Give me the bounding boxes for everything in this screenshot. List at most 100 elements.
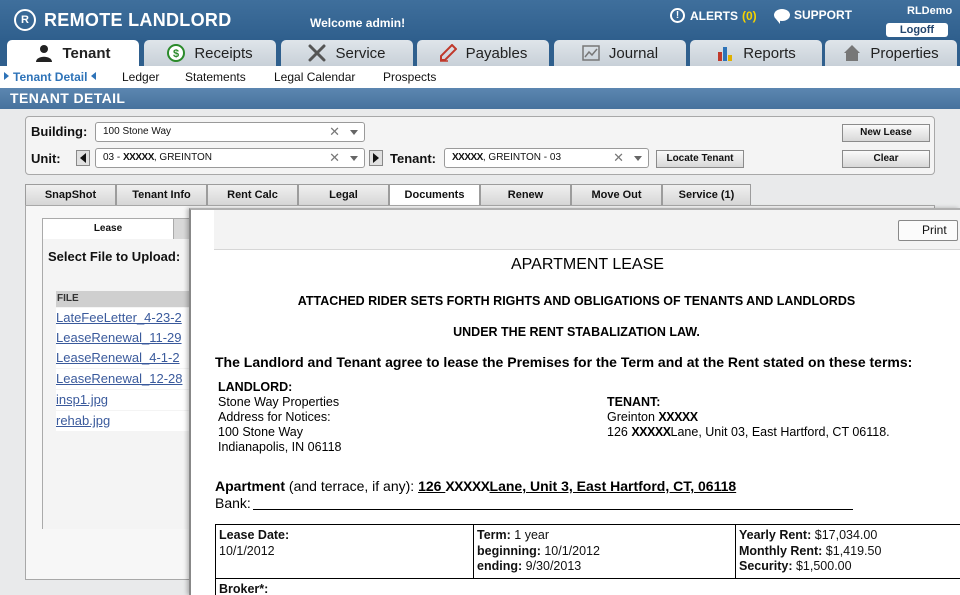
tab-tenant-info[interactable]: Tenant Info <box>116 184 207 205</box>
select-file-label: Select File to Upload: <box>48 249 181 264</box>
lease-terms-table: Lease Date: 10/1/2012 Term: 1 year begin… <box>215 524 960 595</box>
lease-date-value: 10/1/2012 <box>219 543 275 558</box>
landlord-city: Indianapolis, IN 06118 <box>218 440 342 454</box>
tab-documents[interactable]: Documents <box>389 184 480 205</box>
unit-label: Unit: <box>31 151 61 166</box>
apartment-paren: (and terrace, if any): <box>285 478 419 494</box>
landlord-notice-label: Address for Notices: <box>218 410 331 424</box>
tab-label: Receipts <box>194 44 253 62</box>
subnav-tenant-detail[interactable]: Tenant Detail <box>4 70 97 84</box>
term-cell: Term: 1 year beginning: 10/1/2012 ending… <box>474 525 736 579</box>
app-logo[interactable]: R REMOTE LANDLORD <box>14 9 232 31</box>
beginning-value: 10/1/2012 <box>540 543 600 558</box>
bank-line: Bank: <box>215 495 853 511</box>
page-title: TENANT DETAIL <box>0 88 960 109</box>
apartment-label: Apartment <box>215 478 286 494</box>
user-name: RLDemo <box>907 5 953 17</box>
lease-subtitle: UNDER THE RENT STABALIZATION LAW. <box>453 325 700 339</box>
file-link[interactable]: rehab.jpg <box>56 411 190 431</box>
tenant-select[interactable]: XXXXX, GREINTON - 03 ✕ <box>444 148 649 168</box>
tab-tenant[interactable]: Tenant <box>7 40 139 66</box>
alert-icon: ! <box>670 8 685 23</box>
tab-move-out[interactable]: Move Out <box>571 184 662 205</box>
dollar-icon: $ <box>167 44 186 62</box>
next-unit-button[interactable] <box>369 150 383 166</box>
tab-reports[interactable]: Reports <box>690 40 822 66</box>
clear-icon[interactable]: ✕ <box>329 149 340 167</box>
tab-lease[interactable]: Lease <box>42 218 174 239</box>
apartment-suffix: Lane, Unit 3, East Hartford, CT, 06118 <box>489 478 737 494</box>
tenant-heading: TENANT: <box>607 395 661 409</box>
tab-label: Properties <box>870 44 939 62</box>
chat-bubble-icon <box>774 9 790 24</box>
support-link[interactable]: SUPPORT <box>774 8 853 24</box>
clear-icon[interactable]: ✕ <box>329 123 340 141</box>
print-button[interactable]: Print <box>898 220 958 241</box>
redacted-text: XXXXX <box>452 152 483 163</box>
yearly-rent-label: Yearly Rent: <box>739 528 812 542</box>
tab-journal[interactable]: Journal <box>554 40 686 66</box>
broker-label: Broker*: <box>216 578 960 595</box>
support-label: SUPPORT <box>794 8 853 22</box>
landlord-heading: LANDLORD: <box>218 380 293 394</box>
beginning-label: beginning: <box>477 543 541 558</box>
file-link[interactable]: insp1.jpg <box>56 390 190 410</box>
clear-icon[interactable]: ✕ <box>613 149 624 167</box>
unit-value-suffix: , GREINTON <box>153 152 213 163</box>
tab-payables[interactable]: Payables <box>417 40 549 66</box>
subnav-legal-calendar[interactable]: Legal Calendar <box>274 70 355 84</box>
triangle-right-icon <box>4 72 9 80</box>
tab-label: Journal <box>608 44 659 62</box>
subnav-label: Tenant Detail <box>13 70 88 84</box>
tab-snapshot[interactable]: SnapShot <box>25 184 116 205</box>
lease-intro: The Landlord and Tenant agree to lease t… <box>215 354 913 370</box>
tab-rent-calc[interactable]: Rent Calc <box>207 184 298 205</box>
locate-tenant-button[interactable]: Locate Tenant <box>656 150 744 168</box>
building-label: Building: <box>31 124 88 139</box>
bank-underline <box>252 509 853 510</box>
tab-receipts[interactable]: $ Receipts <box>144 40 276 66</box>
tools-icon <box>308 44 326 62</box>
alerts-link[interactable]: ! ALERTS (0) <box>670 8 757 23</box>
new-lease-button[interactable]: New Lease <box>842 124 930 142</box>
file-link[interactable]: LeaseRenewal_4-1-2 <box>56 348 190 368</box>
tenant-addr-suffix: Lane, Unit 03, East Hartford, CT 06118. <box>670 425 890 439</box>
term-label: Term: <box>477 528 511 542</box>
landlord-street: 100 Stone Way <box>218 425 304 439</box>
rent-cell: Yearly Rent: $17,034.00 Monthly Rent: $1… <box>736 525 960 579</box>
file-link[interactable]: LeaseRenewal_11-29 <box>56 328 190 348</box>
bank-label: Bank: <box>215 495 251 511</box>
file-column-header[interactable]: FILE <box>56 291 190 307</box>
lease-subtitle: ATTACHED RIDER SETS FORTH RIGHTS AND OBL… <box>297 294 856 308</box>
tab-properties[interactable]: Properties <box>825 40 957 66</box>
redacted-text: XXXXX <box>445 478 490 494</box>
clear-button[interactable]: Clear <box>842 150 930 168</box>
tab-service[interactable]: Service <box>281 40 413 66</box>
house-icon <box>843 44 861 62</box>
previous-unit-button[interactable] <box>76 150 90 166</box>
tenant-block: TENANT: Greinton XXXXX 126 XXXXXLane, Un… <box>607 395 890 440</box>
monthly-rent-label: Monthly Rent: <box>739 543 823 558</box>
chart-icon <box>582 44 600 62</box>
file-link[interactable]: LeaseRenewal_12-28 <box>56 369 190 389</box>
file-link[interactable]: LateFeeLetter_4-23-2 <box>56 308 190 328</box>
tenant-label: Tenant: <box>390 151 436 166</box>
building-select[interactable]: 100 Stone Way ✕ <box>95 122 365 142</box>
subnav-prospects[interactable]: Prospects <box>383 70 436 84</box>
svg-text:$: $ <box>173 48 179 60</box>
chevron-down-icon[interactable] <box>350 156 358 161</box>
logo-mark-icon: R <box>14 9 36 31</box>
tab-service-detail[interactable]: Service (1) <box>662 184 751 205</box>
alerts-count: (0) <box>742 8 757 23</box>
arrow-left-icon <box>80 153 86 163</box>
subnav-ledger[interactable]: Ledger <box>122 70 159 84</box>
tab-renew[interactable]: Renew <box>480 184 571 205</box>
unit-select[interactable]: 03 - XXXXX, GREINTON ✕ <box>95 148 365 168</box>
lease-title: APARTMENT LEASE <box>511 256 664 273</box>
chevron-down-icon[interactable] <box>350 130 358 135</box>
tab-legal[interactable]: Legal <box>298 184 389 205</box>
subnav-statements[interactable]: Statements <box>185 70 246 84</box>
apartment-value: 126 XXXXXLane, Unit 3, East Hartford, CT… <box>418 478 736 494</box>
chevron-down-icon[interactable] <box>634 156 642 161</box>
logoff-button[interactable]: Logoff <box>886 23 948 37</box>
